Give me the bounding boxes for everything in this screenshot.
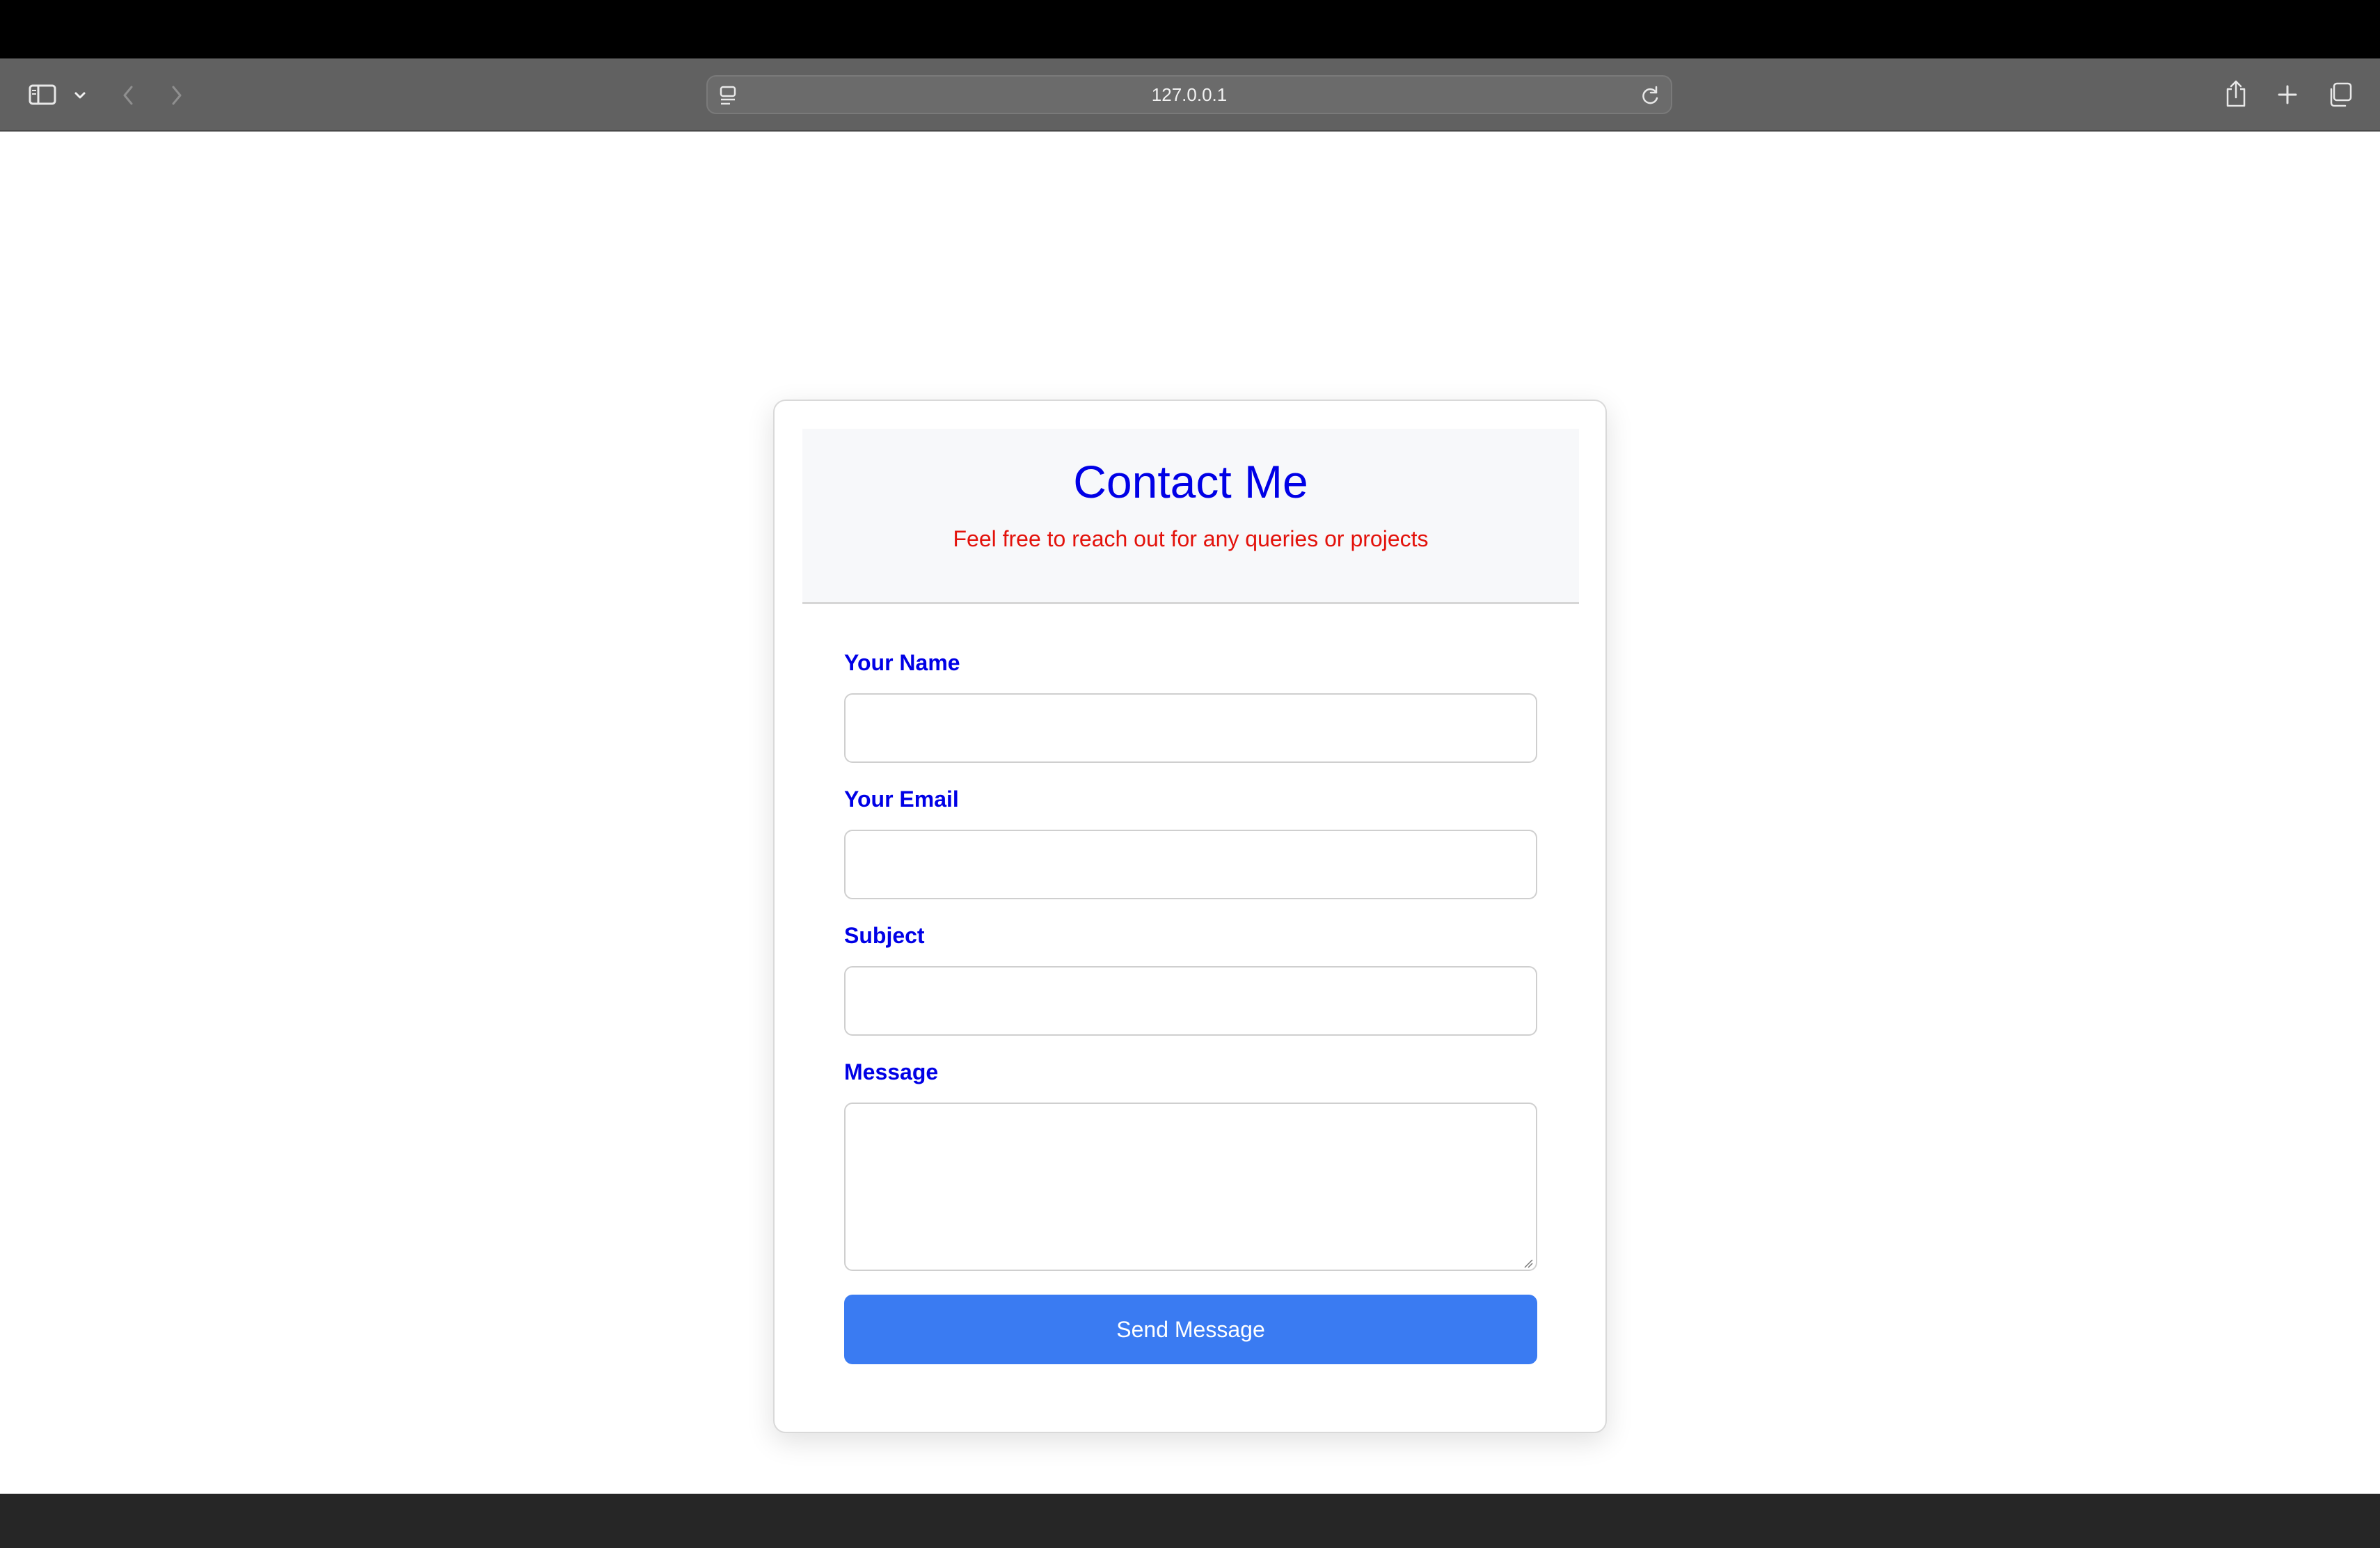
forward-button[interactable] xyxy=(164,82,189,109)
message-textarea[interactable] xyxy=(844,1103,1537,1271)
tab-overview-button[interactable] xyxy=(2324,79,2355,110)
contact-form-header: Contact Me Feel free to reach out for an… xyxy=(802,429,1579,604)
name-field[interactable] xyxy=(844,693,1537,763)
new-tab-button[interactable] xyxy=(2273,79,2302,110)
chevron-down-icon xyxy=(74,91,86,100)
contact-form-card: Contact Me Feel free to reach out for an… xyxy=(773,400,1607,1433)
page-content: Contact Me Feel free to reach out for an… xyxy=(0,132,2380,1494)
screen-top-bezel xyxy=(0,0,2380,58)
share-icon xyxy=(2224,79,2248,109)
sidebar-toggle-button[interactable] xyxy=(25,79,60,110)
page-title: Contact Me xyxy=(1073,456,1308,507)
browser-toolbar: 127.0.0.1 xyxy=(0,58,2380,132)
chevron-left-icon xyxy=(121,84,135,106)
chevron-right-icon xyxy=(170,84,184,106)
send-message-button[interactable]: Send Message xyxy=(844,1295,1537,1364)
resize-handle-icon[interactable] xyxy=(1523,1258,1533,1268)
sidebar-icon xyxy=(29,84,56,105)
screen-bottom-bezel xyxy=(0,1494,2380,1548)
subject-label: Subject xyxy=(844,923,925,948)
share-button[interactable] xyxy=(2221,77,2251,111)
page-subtitle: Feel free to reach out for any queries o… xyxy=(953,526,1429,551)
email-field[interactable] xyxy=(844,830,1537,899)
back-button[interactable] xyxy=(116,82,141,109)
subject-field[interactable] xyxy=(844,966,1537,1036)
message-label: Message xyxy=(844,1059,939,1084)
address-bar[interactable]: 127.0.0.1 xyxy=(706,75,1672,114)
reload-icon[interactable] xyxy=(1640,84,1661,110)
email-label: Your Email xyxy=(844,787,959,812)
tabs-overview-icon xyxy=(2326,81,2353,108)
sidebar-menu-button[interactable] xyxy=(70,86,90,104)
plus-icon xyxy=(2276,84,2299,106)
url-text: 127.0.0.1 xyxy=(1151,84,1228,105)
name-label: Your Name xyxy=(844,650,960,675)
